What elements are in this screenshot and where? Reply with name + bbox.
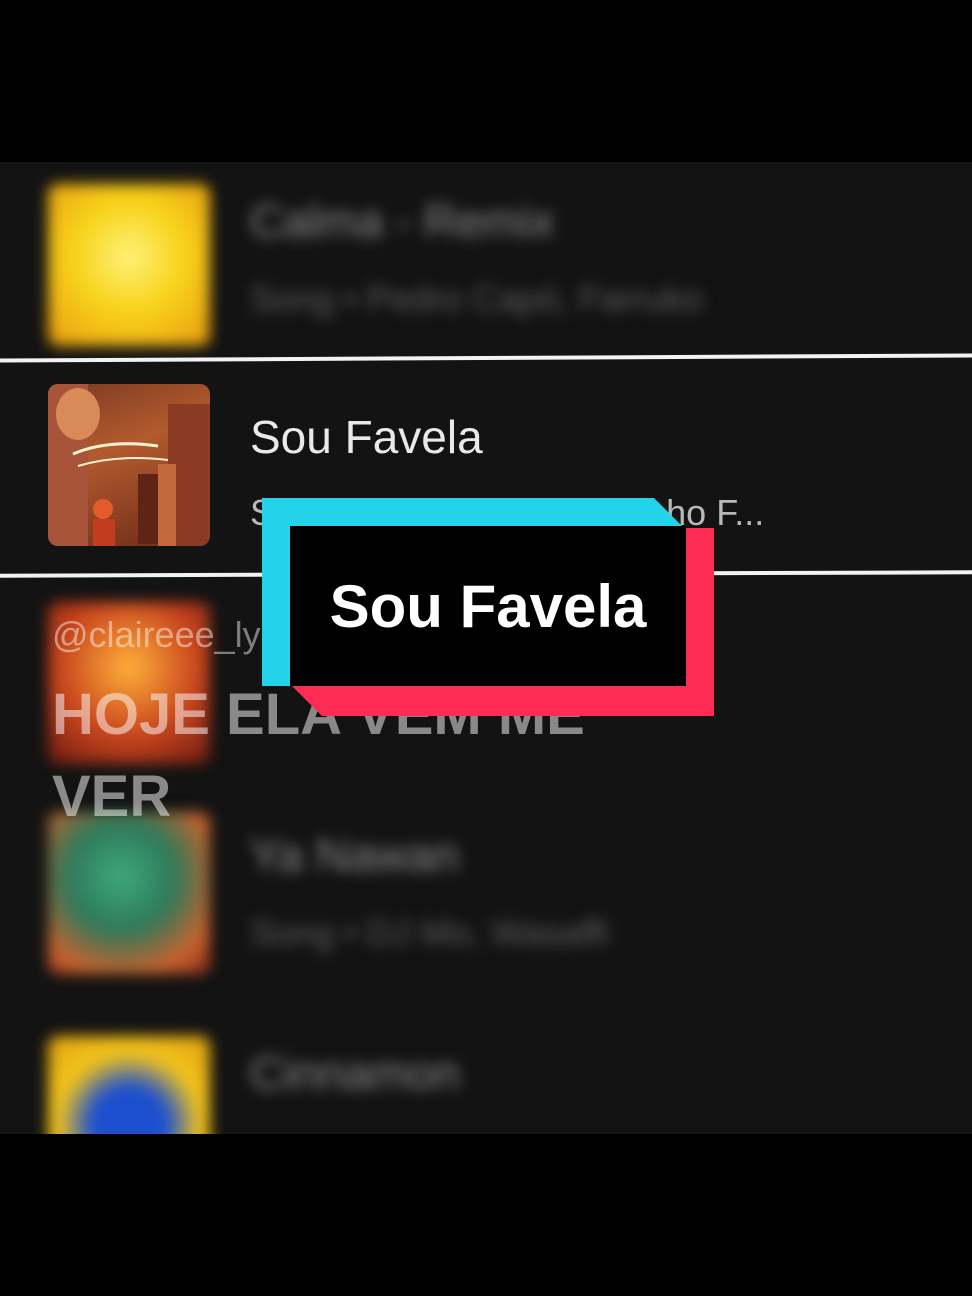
tag-label: Sou Favela [329,572,647,640]
track-title: Calma - Remix [250,195,555,247]
track-row[interactable]: Calma - Remix Song • Pedro Capó, Farruko [0,170,972,370]
track-subtitle: Song • DJ Mo, Wasaffi [250,912,609,953]
album-art-illustration [48,384,210,546]
album-art-yellow [48,184,210,346]
album-art-blue [48,1036,210,1134]
track-title: Sou Favela [250,411,483,463]
album-art-sou-favela [48,384,210,546]
track-subtitle: Song • Pedro Capó, Farruko [250,278,703,319]
creator-username: @claireee_ly [52,614,261,655]
tag-box: Sou Favela [290,526,686,686]
track-title: Cinnamon [250,1047,460,1099]
song-tag-sticker: Sou Favela [262,498,714,716]
track-row[interactable]: Cinnamon [0,1024,972,1134]
